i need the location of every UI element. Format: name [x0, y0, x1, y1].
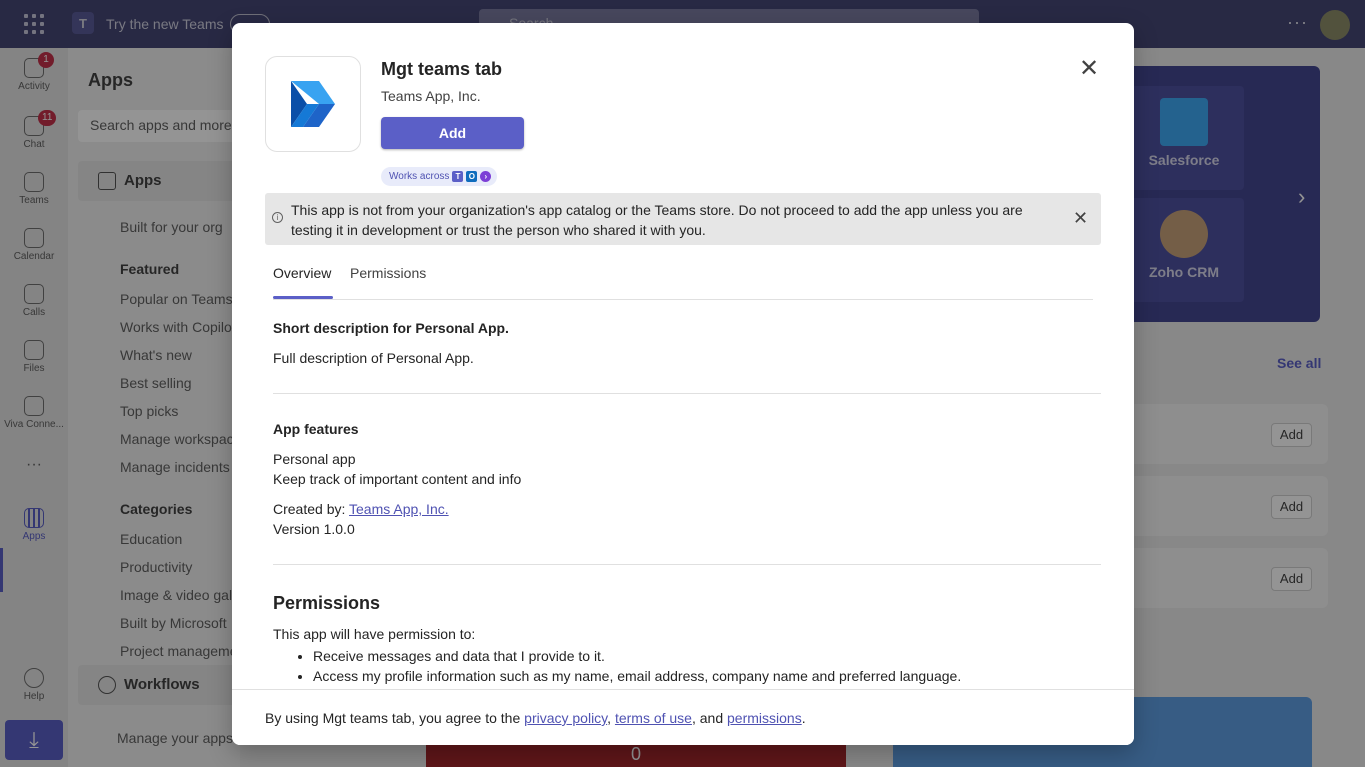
publisher-link[interactable]: Teams App, Inc.: [349, 501, 449, 517]
warning-text: This app is not from your organization's…: [291, 202, 1023, 238]
list-item: Receive messages and data that I provide…: [313, 646, 961, 666]
privacy-policy-link[interactable]: privacy policy: [524, 710, 607, 726]
list-item: Access my profile information such as my…: [313, 666, 961, 686]
feature-name: Personal app: [273, 451, 356, 467]
tab-permissions[interactable]: Permissions: [350, 265, 426, 281]
microsoft365-icon: ›: [480, 171, 492, 182]
dialog-footer: By using Mgt teams tab, you agree to the…: [232, 689, 1134, 745]
divider: [273, 564, 1101, 565]
info-icon: i: [272, 212, 283, 223]
permissions-heading: Permissions: [273, 593, 381, 613]
works-across-label: Works across: [389, 171, 450, 182]
tab-bar: Overview Permissions: [273, 263, 1093, 300]
created-by: Created by: Teams App, Inc.: [273, 501, 449, 517]
terms-of-use-link[interactable]: terms of use: [615, 710, 692, 726]
full-description: Full description of Personal App.: [273, 350, 474, 366]
permissions-intro: This app will have permission to:: [273, 626, 476, 642]
dismiss-warning-icon[interactable]: ✕: [1073, 208, 1088, 228]
publisher-name: Teams App, Inc.: [381, 88, 481, 104]
feature-description: Keep track of important content and info: [273, 471, 522, 487]
chevron-logo-icon: [291, 81, 335, 127]
version-text: Version 1.0.0: [273, 521, 355, 537]
teams-icon: T: [452, 171, 464, 182]
warning-banner: i This app is not from your organization…: [265, 193, 1101, 245]
add-app-button[interactable]: Add: [381, 117, 524, 149]
active-tab-indicator: [273, 296, 333, 299]
permissions-link[interactable]: permissions: [727, 710, 802, 726]
permissions-list: Receive messages and data that I provide…: [313, 646, 961, 686]
app-icon: [265, 56, 361, 152]
divider: [273, 393, 1101, 394]
close-icon[interactable]: ✕: [1077, 57, 1101, 81]
works-across-badge: Works across T O ›: [381, 167, 498, 186]
app-details-dialog: Mgt teams tab Teams App, Inc. Add Works …: [232, 23, 1134, 745]
outlook-icon: O: [466, 171, 478, 182]
app-name: Mgt teams tab: [381, 59, 503, 79]
tab-overview[interactable]: Overview: [273, 265, 331, 281]
short-description: Short description for Personal App.: [273, 320, 509, 336]
app-features-heading: App features: [273, 421, 359, 437]
